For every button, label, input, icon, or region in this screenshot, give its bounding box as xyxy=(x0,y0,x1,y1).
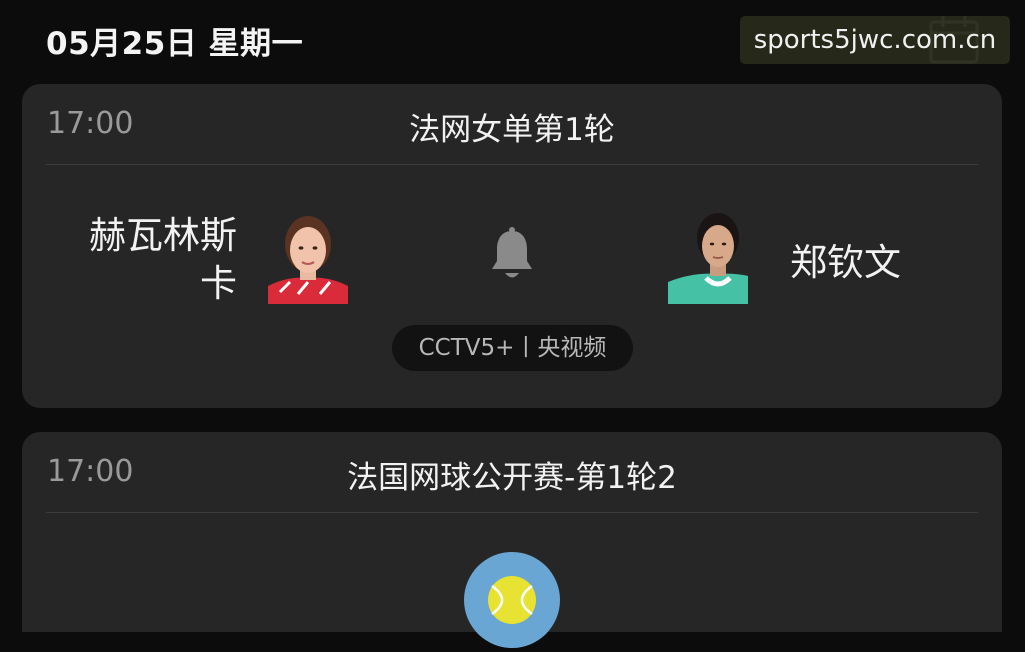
match-title: 法国网球公开赛-第1轮2 xyxy=(347,460,677,496)
divider xyxy=(46,164,978,165)
home-player-avatar xyxy=(268,208,348,304)
watermark: sports5jwc.com.cn xyxy=(740,16,1010,64)
match-title: 法网女单第1轮 xyxy=(409,112,615,148)
divider xyxy=(46,512,978,513)
broadcast-channels[interactable]: CCTV5+丨央视频 xyxy=(392,325,633,371)
match-card[interactable]: 17:00 法国网球公开赛-第1轮2 xyxy=(22,432,1002,648)
away-player-avatar xyxy=(668,208,748,304)
away-player-name: 郑钦文 xyxy=(790,241,901,284)
match-card[interactable]: 17:00 法网女单第1轮 赫瓦林斯卡 郑钦文 CCTV5+丨央视频 xyxy=(22,84,1002,408)
bell-icon[interactable] xyxy=(488,227,536,283)
tennis-ball-icon xyxy=(464,552,560,648)
home-player-name: 赫瓦林斯卡 xyxy=(89,214,237,305)
date-header: 05月25日 星期一 xyxy=(46,26,304,62)
